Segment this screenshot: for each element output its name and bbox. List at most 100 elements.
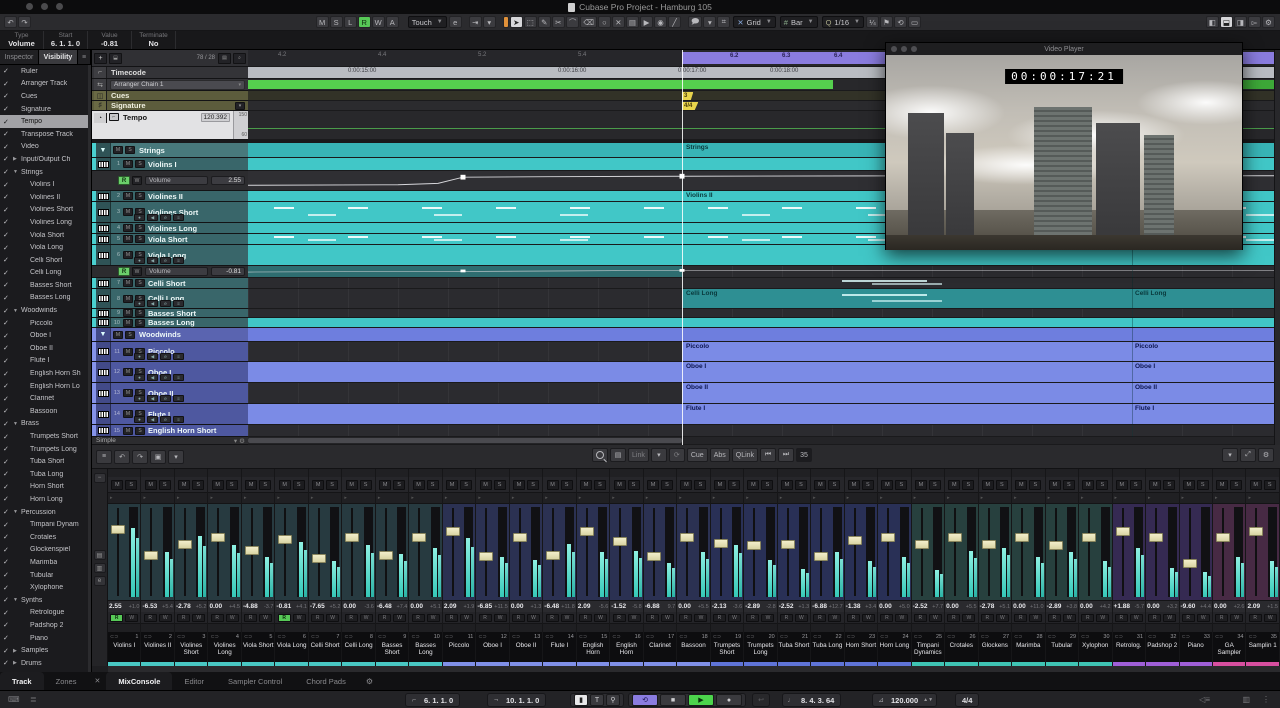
track-basses-short[interactable]: 9MSBasses Short (92, 309, 248, 318)
mixer-channel-27[interactable]: MS▸-2.78+5.1RW⊂⊃27Glockens (979, 469, 1011, 666)
track-control-icon[interactable]: e (160, 395, 171, 402)
fader-handle[interactable] (278, 535, 292, 544)
routing-slot[interactable] (811, 469, 843, 477)
fader-area[interactable] (242, 503, 274, 600)
routing-slot[interactable] (577, 469, 609, 477)
fader-handle[interactable] (1116, 527, 1130, 536)
channel-mute-button[interactable]: M (178, 480, 190, 490)
punch-common-button[interactable]: T (590, 694, 604, 706)
minimize-icon[interactable] (901, 46, 907, 52)
channel-volume-value[interactable]: 0.00 (1214, 603, 1227, 610)
left-locator[interactable]: ⌐ 6. 1. 1. 0 (405, 693, 460, 707)
mute-button[interactable]: M (123, 160, 133, 168)
visibility-item[interactable]: ✓▼Percussion (0, 506, 91, 519)
play-tool-icon[interactable]: ▶ (640, 16, 653, 28)
channel-read-button[interactable]: R (1215, 614, 1228, 622)
channel-volume-value[interactable]: 0.00 (1147, 603, 1160, 610)
fader-handle[interactable] (513, 533, 527, 542)
tab-chord-pads[interactable]: Chord Pads (294, 672, 358, 690)
track-viola-long[interactable]: 6MSViola Long●◀e≡ (92, 245, 248, 266)
channel-pan-value[interactable]: +4.2 (1100, 604, 1111, 610)
inserts-slot[interactable]: ▸ (1113, 492, 1145, 503)
solo-button[interactable]: S (135, 224, 145, 232)
channel-volume-value[interactable]: -2.13 (712, 603, 727, 610)
channel-solo-button[interactable]: S (694, 480, 706, 490)
channel-read-button[interactable]: R (880, 614, 893, 622)
automation-mode-select[interactable]: Touch ▼ (408, 16, 447, 28)
visibility-item[interactable]: ✓Tempo (0, 115, 91, 128)
visibility-item[interactable]: ✓Flute I (0, 355, 91, 368)
channel-read-button[interactable]: R (780, 614, 793, 622)
fader-handle[interactable] (1049, 541, 1063, 550)
lower-zone-toggle-icon[interactable]: ⬓ (1220, 16, 1233, 28)
visibility-item[interactable]: ✓Trumpets Short (0, 430, 91, 443)
left-locator-value[interactable]: 6. 1. 1. 0 (420, 696, 457, 705)
track-control-icon[interactable]: e (160, 300, 171, 307)
routing-slot[interactable] (208, 469, 240, 477)
right-zone-toggle-icon[interactable]: ◨ (1234, 16, 1247, 28)
channel-pan-value[interactable]: +5.1 (430, 604, 441, 610)
mixer-channel-18[interactable]: MS▸0.00+5.5RW⊂⊃18Bassoon (677, 469, 709, 666)
fader-handle[interactable] (680, 533, 694, 542)
channel-pan-value[interactable]: +5.4 (162, 604, 173, 610)
inserts-slot[interactable]: ▸ (443, 492, 475, 503)
channel-mute-button[interactable]: M (1149, 480, 1161, 490)
fader-handle[interactable] (580, 527, 594, 536)
channel-pan-value[interactable]: +5.2 (330, 604, 341, 610)
channel-write-button[interactable]: W (192, 614, 205, 622)
routing-slot[interactable] (979, 469, 1011, 477)
channel-volume-value[interactable]: 0.00 (946, 603, 959, 610)
mixer-channel-24[interactable]: MS▸0.00+5.0RW⊂⊃24Horn Long (878, 469, 910, 666)
transport-options-icon[interactable]: ⋮ (1262, 695, 1270, 704)
channel-name[interactable]: Marimba (1012, 642, 1044, 662)
keyboard-focus-icon[interactable]: ⌨ (8, 695, 20, 704)
channel-name[interactable]: English Horn (610, 642, 642, 662)
channel-volume-value[interactable]: +1.88 (1114, 603, 1130, 610)
fader-handle[interactable] (613, 537, 627, 546)
visibility-item[interactable]: ✓Bassoon (0, 405, 91, 418)
tab-zones[interactable]: Zones (44, 672, 89, 690)
fader-area[interactable] (711, 503, 743, 600)
clip[interactable]: Celli LongCelli Long (682, 289, 1280, 308)
channel-volume-value[interactable]: -7.65 (310, 603, 325, 610)
channel-pan-value[interactable]: -3.7 (264, 604, 273, 610)
channel-read-button[interactable]: R (646, 614, 659, 622)
visibility-item[interactable]: ✓Violines II (0, 191, 91, 204)
mixer-gear-icon[interactable]: ⚙ (1258, 448, 1274, 462)
channel-pan-value[interactable]: +11.8 (561, 604, 575, 610)
visibility-item[interactable]: ✓Piano (0, 632, 91, 645)
solo-button[interactable]: S (135, 279, 145, 287)
channel-read-button[interactable]: R (211, 614, 224, 622)
visibility-item[interactable]: ✓Clarinet (0, 392, 91, 405)
mixer-channel-25[interactable]: MS▸-2.52+7.7RW⊂⊃25Timpani Dynamics (912, 469, 944, 666)
track-arranger[interactable]: ⇆Arranger Chain 1▾ (92, 79, 248, 91)
time-signature-value[interactable]: 4/4 (958, 696, 976, 705)
channel-name[interactable]: Retrolog. (1113, 642, 1145, 662)
solo-button[interactable]: S (135, 160, 145, 168)
routing-slot[interactable] (443, 469, 475, 477)
channel-write-button[interactable]: W (661, 614, 674, 622)
channel-solo-button[interactable]: S (125, 480, 137, 490)
fader-area[interactable] (1012, 503, 1044, 600)
channel-write-button[interactable]: W (929, 614, 942, 622)
track-control-icon[interactable]: ● (134, 374, 145, 381)
clip[interactable] (248, 404, 682, 424)
visibility-item[interactable]: ✓Glockenspiel (0, 544, 91, 557)
mute-button[interactable]: M (123, 348, 133, 356)
track-control-icon[interactable]: ≡ (173, 374, 184, 381)
event-lane-piccolo[interactable]: PiccoloPiccolo (248, 342, 1280, 362)
channel-mute-button[interactable]: M (312, 480, 324, 490)
routing-slot[interactable] (1146, 469, 1178, 477)
channel-name[interactable]: Violines Long (208, 642, 240, 662)
routing-slot[interactable] (845, 469, 877, 477)
routing-slot[interactable] (242, 469, 274, 477)
automation-curve-lane[interactable] (248, 266, 1280, 278)
channel-pan-value[interactable]: +7.7 (932, 604, 943, 610)
mixer-channel-6[interactable]: MS▸-0.81+4.1RW⊂⊃6Viola Long (275, 469, 307, 666)
visibility-item[interactable]: ✓Crotales (0, 531, 91, 544)
solo-button[interactable]: S (125, 146, 135, 154)
mixer-channel-21[interactable]: MS▸-2.52+1.3RW⊂⊃21Tuba Short (778, 469, 810, 666)
track-control-icon[interactable]: ● (134, 395, 145, 402)
solo-button[interactable]: S (135, 235, 145, 243)
channel-name[interactable]: Padshop 2 (1146, 642, 1178, 662)
